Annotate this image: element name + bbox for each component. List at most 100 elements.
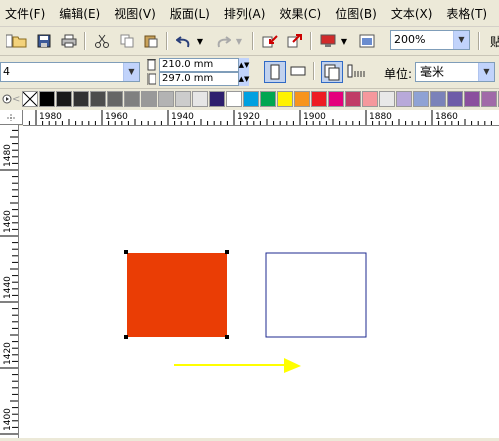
spinner-icon[interactable]: ▲▼ [239,58,249,72]
color-swatch[interactable] [430,91,447,107]
color-swatch[interactable] [226,91,243,107]
color-swatch[interactable] [56,91,73,107]
portrait-button[interactable] [264,61,286,83]
property-bar: 4 ▼ 210.0 mm ▲▼ 297.0 mm ▲▼ 单位: 毫米 ▼ [0,56,499,89]
color-swatch[interactable] [260,91,277,107]
zoom-level-select[interactable]: 200% ▼ [390,30,470,50]
paste-icon[interactable] [141,31,161,51]
color-swatch[interactable] [107,91,124,107]
unit-select[interactable]: 毫米 ▼ [415,62,495,82]
color-swatch[interactable] [175,91,192,107]
print-icon[interactable] [59,31,79,51]
color-swatch[interactable] [379,91,396,107]
selection-handle[interactable] [225,335,229,339]
save-icon[interactable] [34,31,54,51]
standard-toolbar: ▼ ▼ ▼ 200% ▼ 贴 [0,27,499,56]
horizontal-ruler[interactable]: 1980 1960 1940 1920 1900 1880 1860 [23,110,499,126]
copy-icon[interactable] [117,31,137,51]
paper-height-row: 297.0 mm ▲▼ [147,72,249,86]
color-swatch[interactable] [243,91,260,107]
color-swatch[interactable] [158,91,175,107]
undo-dropdown-icon[interactable]: ▼ [195,31,205,51]
color-swatch[interactable] [277,91,294,107]
paper-width-field[interactable]: 210.0 mm [159,58,239,72]
menu-text[interactable]: 文本(X) [391,5,433,22]
selection-handle[interactable] [124,335,128,339]
menu-effects[interactable]: 效果(C) [279,5,321,22]
menu-file[interactable]: 文件(F) [5,5,45,22]
color-swatch[interactable] [481,91,498,107]
menu-arrange[interactable]: 排列(A) [224,5,266,22]
menu-edit[interactable]: 编辑(E) [59,5,100,22]
menu-table[interactable]: 表格(T) [446,5,487,22]
drawing-canvas[interactable] [19,126,499,438]
redo-icon[interactable] [213,31,233,51]
outlined-rectangle[interactable] [265,252,367,338]
arrow-head[interactable] [284,358,301,373]
launcher-dropdown-icon[interactable]: ▼ [339,31,349,51]
color-swatch[interactable] [345,91,362,107]
color-swatch[interactable] [328,91,345,107]
color-swatch[interactable] [73,91,90,107]
zoom-level-value: 200% [394,33,426,46]
toolbar-separator [310,32,312,50]
color-swatch[interactable] [209,91,226,107]
paste-label[interactable]: 贴 [490,33,499,50]
menu-bitmaps[interactable]: 位图(B) [335,5,377,22]
selected-filled-rectangle[interactable] [127,253,227,337]
ruler-label: 1920 [237,112,260,122]
ruler-label: 1960 [105,112,128,122]
application-launcher-icon[interactable] [318,31,338,51]
ruler-label: 1420 [3,342,13,365]
color-palette: < [0,89,499,109]
selection-handle[interactable] [225,250,229,254]
color-swatch[interactable] [447,91,464,107]
cut-icon[interactable] [92,31,112,51]
toolbar-separator [313,62,315,80]
menu-bar: 文件(F) 编辑(E) 视图(V) 版面(L) 排列(A) 效果(C) 位图(B… [0,0,499,27]
paper-preset-select[interactable]: 4 ▼ [0,62,140,82]
color-swatch[interactable] [362,91,379,107]
open-icon[interactable] [10,31,30,51]
portrait-icon [270,64,280,80]
color-swatch[interactable] [413,91,430,107]
toolbar-separator [84,32,86,50]
color-swatch[interactable] [141,91,158,107]
menu-view[interactable]: 视图(V) [114,5,156,22]
palette-scroll-left-icon[interactable]: < [12,92,20,106]
color-swatch[interactable] [124,91,141,107]
color-swatch[interactable] [192,91,209,107]
ruler-label: 1980 [39,112,62,122]
current-page-icon [347,64,365,78]
selection-handle[interactable] [124,250,128,254]
chevron-down-icon[interactable]: ▼ [123,63,139,81]
import-icon[interactable] [260,31,280,51]
palette-grip-icon[interactable] [2,92,12,106]
color-swatch[interactable] [396,91,413,107]
color-swatch[interactable] [464,91,481,107]
export-icon[interactable] [285,31,305,51]
chevron-down-icon[interactable]: ▼ [478,63,494,81]
color-swatch[interactable] [294,91,311,107]
unit-value: 毫米 [420,65,445,79]
current-page-button[interactable] [346,61,368,83]
landscape-button[interactable] [288,61,310,83]
spinner-icon[interactable]: ▲▼ [239,72,249,86]
color-swatch[interactable] [90,91,107,107]
paper-preset-value: 4 [3,65,10,78]
paper-height-field[interactable]: 297.0 mm [159,72,239,86]
menu-layout[interactable]: 版面(L) [170,5,210,22]
toolbar-separator [252,32,254,50]
color-swatch[interactable] [311,91,328,107]
vertical-ruler[interactable]: 1480 1460 1440 1420 1400 [0,125,19,438]
welcome-screen-icon[interactable] [357,31,377,51]
no-color-swatch[interactable] [22,91,39,107]
ruler-label: 1460 [3,210,13,233]
all-pages-button[interactable] [321,61,343,83]
redo-dropdown-icon[interactable]: ▼ [234,31,244,51]
undo-icon[interactable] [174,31,194,51]
color-swatch[interactable] [39,91,56,107]
ruler-corner[interactable] [0,110,23,125]
chevron-down-icon[interactable]: ▼ [453,31,469,49]
palette-swatches [39,91,499,107]
